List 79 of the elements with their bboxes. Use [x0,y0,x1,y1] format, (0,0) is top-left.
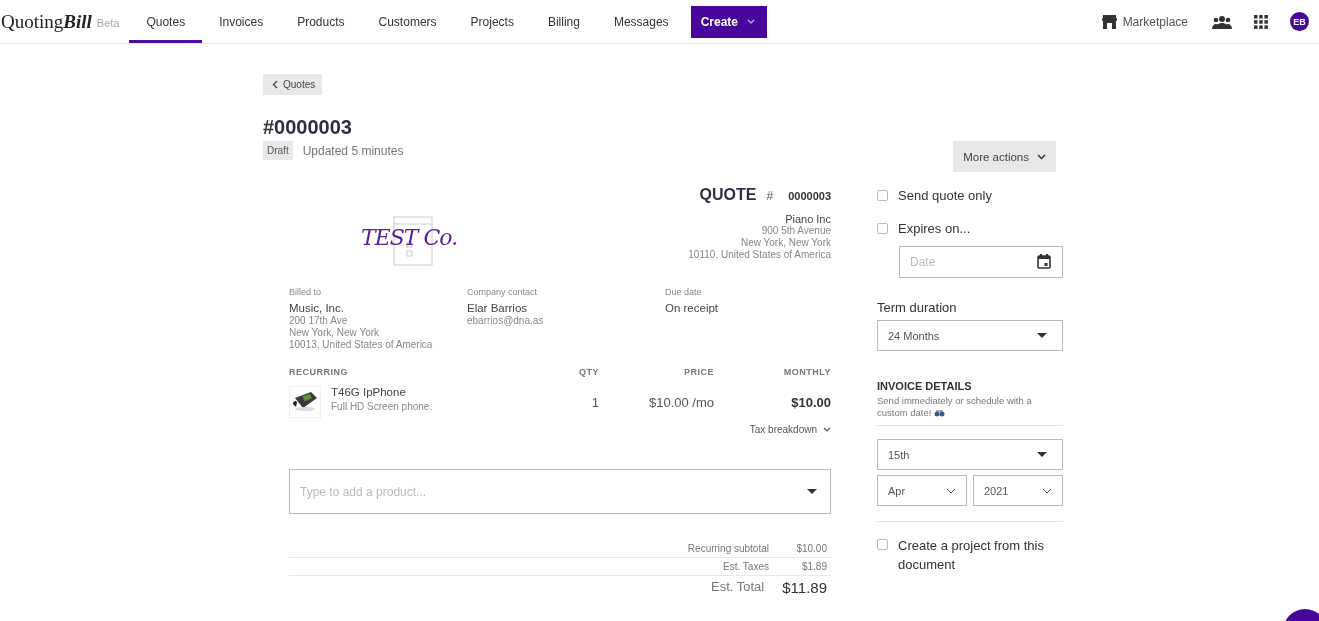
brand-logo[interactable]: QuotingBill [1,10,92,33]
nav-tab[interactable]: Products [280,0,362,43]
status-badge: Draft [263,141,293,160]
section-note: Send immediately or schedule with a custom date! [877,395,1063,426]
nav-tab[interactable]: Projects [453,0,531,43]
nav-tab[interactable]: Quotes [129,0,203,43]
total-label: Est. Taxes [723,561,769,572]
quantity-cell-text: 1 [590,394,599,410]
invoice-year-select[interactable]: 2021 [973,475,1063,506]
column-header: PRICE [683,367,714,377]
total-value: $11.89 [782,579,827,596]
party-detail: New York, New York [289,327,381,339]
total-label: Est. Total [711,579,765,596]
chevron-down-icon [823,427,831,432]
invoice-day-select[interactable]: 15th [877,439,1063,470]
party-name: Elar Barrios [467,302,529,314]
chevron-left-icon [272,80,278,89]
nav-tab[interactable]: Billing [530,0,597,43]
quote-number: 0000003 [788,190,831,202]
column-header: QTY [578,367,599,377]
party-label: Billed to [289,287,323,297]
term-duration-select[interactable]: 24 Months [877,320,1063,351]
storefront-icon [1101,14,1117,29]
checkbox[interactable] [877,223,888,234]
nav-tab[interactable]: Messages [596,0,686,43]
total-label: Recurring subtotal [687,543,769,554]
back-button[interactable]: Quotes [263,74,323,95]
checkbox-label: Expires on... [898,220,971,238]
marketplace-link[interactable]: Marketplace [1101,14,1188,29]
product-search-field[interactable]: Type to add a product... [289,469,831,514]
checkbox[interactable] [877,539,888,550]
total-value: $1.89 [800,561,827,572]
updated-time: Updated 5 minutes [302,143,404,158]
total-value: $10.00 [795,543,827,554]
chevron-down-icon [1037,153,1046,160]
party-detail: 200 17th Ave [289,315,349,327]
party-detail: ebarrios@dna.as [467,315,545,327]
apps-grid-icon[interactable] [1254,14,1268,29]
sunglasses-icon [934,409,946,418]
beta-label: Beta [96,17,120,29]
monthly-total-cell-text: $10.00 [790,394,831,410]
company-address-line: 900 5th Avenue [761,225,831,237]
dropdown-arrow-icon [1037,452,1047,457]
company-address-line: New York, New York [740,237,831,249]
field-label: Term duration [877,300,958,315]
create-button[interactable]: Create [690,5,767,38]
company-address-line: Piano Inc [785,213,831,225]
tax-breakdown-toggle[interactable]: Tax breakdown [749,424,831,435]
quote-number: #0000003 [263,116,353,139]
hash-sign: # [766,189,774,203]
nav-tab[interactable]: Invoices [202,0,281,43]
dropdown-arrow-icon [1037,333,1047,338]
quote-heading: QUOTE [699,186,757,204]
team-icon[interactable] [1212,14,1232,29]
nav-tab[interactable]: Customers [361,0,454,43]
product-name: T46G IpPhone [331,386,407,398]
more-actions-button[interactable]: More actions [953,141,1056,172]
party-detail: 10013, United States of America [289,339,434,351]
section-heading: INVOICE DETAILS [877,380,973,392]
party-label: Due date [665,287,703,297]
product-description: Full HD Screen phone. [331,401,433,412]
column-header: RECURRING [289,367,349,377]
column-header: MONTHLY [782,367,831,377]
invoice-month-select[interactable]: Apr [877,475,967,506]
chevron-down-icon [946,487,956,494]
party-label: Company contact [467,287,539,297]
date-field[interactable]: Date [899,246,1063,278]
dropdown-arrow-icon[interactable] [807,489,817,494]
checkbox-label: Create a project from this document [898,537,1045,574]
party-name: Music, Inc. [289,302,345,314]
caret-icon [747,19,755,24]
company-address-line: 10110, United States of America [688,249,831,261]
calendar-icon[interactable] [1037,254,1051,269]
party-name: On receipt [665,302,719,314]
user-avatar[interactable]: EB [1290,12,1309,31]
chevron-down-icon [1042,487,1052,494]
checkbox-label: Send quote only [898,187,992,205]
price-cell-text: $10.00 /mo [647,394,714,410]
checkbox[interactable] [877,190,888,201]
